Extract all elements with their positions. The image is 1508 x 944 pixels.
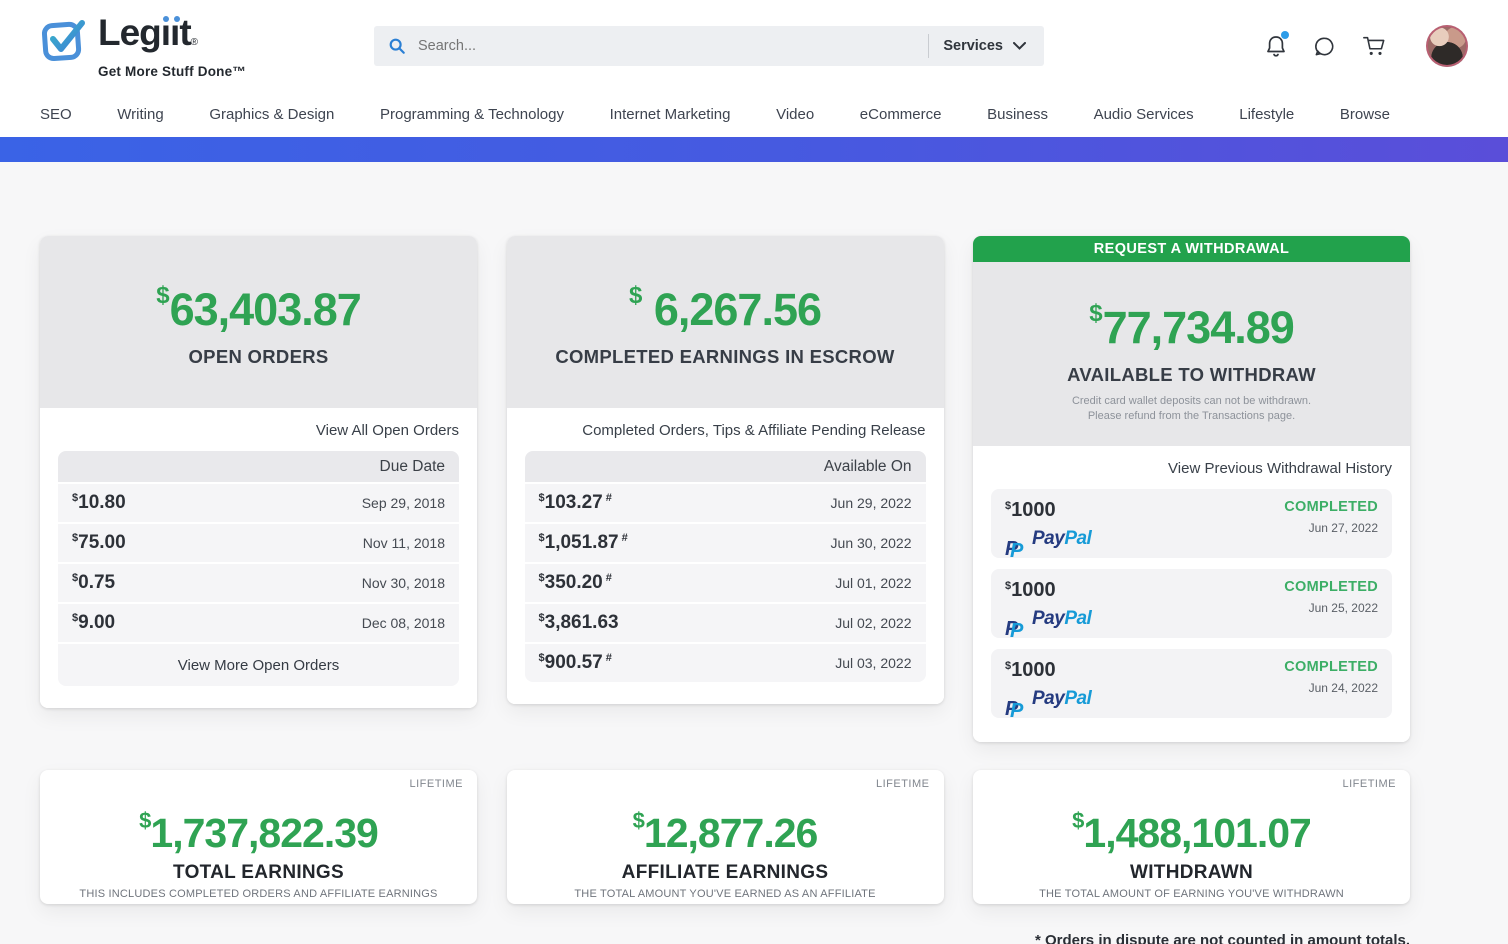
lifetime-badge: LIFETIME <box>876 778 930 790</box>
open-orders-table-header: Due Date <box>58 451 459 482</box>
chat-icon <box>1313 35 1336 58</box>
escrow-row: $350.20# Jul 01, 2022 <box>525 562 926 602</box>
lifetime-badge: LIFETIME <box>1342 778 1396 790</box>
earnings-main: $63,403.87 OPEN ORDERS View All Open Ord… <box>0 162 1450 944</box>
cart-button[interactable] <box>1362 34 1386 58</box>
withdraw-note: Credit card wallet deposits can not be w… <box>993 394 1390 424</box>
category-nav: SEO Writing Graphics & Design Programmin… <box>0 92 1508 137</box>
escrow-row: $103.27# Jun 29, 2022 <box>525 482 926 522</box>
withdrawn-card: LIFETIME $1,488,101.07 WITHDRAWN THE TOT… <box>973 770 1410 904</box>
nav-item-graphics-design[interactable]: Graphics & Design <box>209 106 334 123</box>
legiit-logo-icon <box>40 13 92 65</box>
view-more-open-orders-link[interactable]: View More Open Orders <box>178 657 339 674</box>
cart-icon <box>1362 34 1386 58</box>
lifetime-badge: LIFETIME <box>409 778 463 790</box>
withdraw-card: REQUEST A WITHDRAWAL $77,734.89 AVAILABL… <box>973 236 1410 742</box>
paypal-wordmark: PayPal <box>1032 528 1091 550</box>
available-to-withdraw-label: AVAILABLE TO WITHDRAW <box>993 364 1390 386</box>
withdrawal-date: Jun 27, 2022 <box>1284 521 1378 535</box>
recurring-order-mark: # <box>622 532 628 544</box>
withdrawal-history-link[interactable]: View Previous Withdrawal History <box>991 460 1392 477</box>
paypal-logo: PP PayPal <box>1005 688 1091 710</box>
nav-item-browse[interactable]: Browse <box>1340 106 1390 123</box>
brand-logo[interactable]: Legııt® Get More Stuff Done™ <box>40 13 246 79</box>
recurring-order-mark: # <box>606 572 612 584</box>
search-input[interactable] <box>418 38 914 54</box>
open-order-row: $9.00 Dec 08, 2018 <box>58 602 459 642</box>
paypal-wordmark: PayPal <box>1032 608 1091 630</box>
open-order-row: $10.80 Sep 29, 2018 <box>58 482 459 522</box>
nav-item-audio-services[interactable]: Audio Services <box>1094 106 1194 123</box>
brand-name: Legııt® <box>98 13 246 63</box>
escrow-row: $1,051.87# Jun 30, 2022 <box>525 522 926 562</box>
escrow-row: $900.57# Jul 03, 2022 <box>525 642 926 682</box>
withdrawal-row: $1000 PP PayPal COMPLETED Jun 27, 2022 <box>991 489 1392 558</box>
paypal-logo: PP PayPal <box>1005 608 1091 630</box>
brand-tagline: Get More Stuff Done™ <box>98 64 246 79</box>
withdrawal-date: Jun 24, 2022 <box>1284 681 1378 695</box>
escrow-table-header: Available On <box>525 451 926 482</box>
escrow-row: $3,861.63 Jul 02, 2022 <box>525 602 926 642</box>
nav-item-writing[interactable]: Writing <box>117 106 163 123</box>
nav-item-business[interactable]: Business <box>987 106 1048 123</box>
search-icon <box>388 37 406 55</box>
total-earnings-card: LIFETIME $1,737,822.39 TOTAL EARNINGS TH… <box>40 770 477 904</box>
nav-item-lifestyle[interactable]: Lifestyle <box>1239 106 1294 123</box>
total-earnings-label: TOTAL EARNINGS <box>40 862 477 884</box>
withdrawn-description: THE TOTAL AMOUNT OF EARNING YOU'VE WITHD… <box>973 888 1410 900</box>
footnotes: * Orders in dispute are not counted in a… <box>40 930 1410 944</box>
pending-release-link[interactable]: Completed Orders, Tips & Affiliate Pendi… <box>525 422 926 439</box>
notification-dot <box>1281 31 1289 39</box>
open-orders-table: Due Date $10.80 Sep 29, 2018 $75.00 Nov … <box>58 451 459 686</box>
withdrawn-amount: $1,488,101.07 <box>973 800 1410 854</box>
chevron-down-icon <box>1013 42 1026 50</box>
request-withdrawal-button[interactable]: REQUEST A WITHDRAWAL <box>973 236 1410 262</box>
withdrawal-date: Jun 25, 2022 <box>1284 601 1378 615</box>
legiit-earnings-dashboard: Legııt® Get More Stuff Done™ Services <box>0 0 1508 944</box>
top-header: Legııt® Get More Stuff Done™ Services <box>0 0 1508 92</box>
withdrawal-status-badge: COMPLETED <box>1284 499 1378 515</box>
search-bar: Services <box>374 26 1044 66</box>
nav-item-internet-marketing[interactable]: Internet Marketing <box>610 106 731 123</box>
withdrawal-status-badge: COMPLETED <box>1284 659 1378 675</box>
total-earnings-description: THIS INCLUDES COMPLETED ORDERS AND AFFIL… <box>40 888 477 900</box>
escrow-amount: $ 6,267.56 <box>527 272 924 334</box>
paypal-wordmark: PayPal <box>1032 688 1091 710</box>
open-orders-label: OPEN ORDERS <box>60 346 457 368</box>
recurring-order-mark: # <box>606 652 612 664</box>
paypal-logo: PP PayPal <box>1005 528 1091 550</box>
dispute-footnote: * Orders in dispute are not counted in a… <box>40 930 1410 944</box>
open-order-row: $0.75 Nov 30, 2018 <box>58 562 459 602</box>
nav-item-video[interactable]: Video <box>776 106 814 123</box>
accent-gradient-bar <box>0 137 1508 162</box>
nav-item-programming-technology[interactable]: Programming & Technology <box>380 106 564 123</box>
affiliate-earnings-card: LIFETIME $12,877.26 AFFILIATE EARNINGS T… <box>507 770 944 904</box>
total-earnings-amount: $1,737,822.39 <box>40 800 477 854</box>
open-order-row: $75.00 Nov 11, 2018 <box>58 522 459 562</box>
services-dropdown[interactable]: Services <box>943 38 1030 54</box>
available-to-withdraw-amount: $77,734.89 <box>993 290 1390 352</box>
withdrawn-label: WITHDRAWN <box>973 862 1410 884</box>
open-orders-amount: $63,403.87 <box>60 272 457 334</box>
messages-button[interactable] <box>1313 35 1336 58</box>
open-orders-card: $63,403.87 OPEN ORDERS View All Open Ord… <box>40 236 477 708</box>
services-dropdown-label: Services <box>943 38 1003 54</box>
withdrawal-status-badge: COMPLETED <box>1284 579 1378 595</box>
withdrawal-row: $1000 PP PayPal COMPLETED Jun 24, 2022 <box>991 649 1392 718</box>
escrow-table: Available On $103.27# Jun 29, 2022 $1,05… <box>525 451 926 682</box>
affiliate-earnings-amount: $12,877.26 <box>507 800 944 854</box>
nav-item-ecommerce[interactable]: eCommerce <box>860 106 942 123</box>
user-avatar[interactable] <box>1426 25 1468 67</box>
escrow-label: COMPLETED EARNINGS IN ESCROW <box>527 346 924 368</box>
notifications-button[interactable] <box>1265 34 1287 58</box>
view-all-open-orders-link[interactable]: View All Open Orders <box>58 422 459 439</box>
search-divider <box>928 34 929 58</box>
affiliate-earnings-description: THE TOTAL AMOUNT YOU'VE EARNED AS AN AFF… <box>507 888 944 900</box>
affiliate-earnings-label: AFFILIATE EARNINGS <box>507 862 944 884</box>
withdrawal-row: $1000 PP PayPal COMPLETED Jun 25, 2022 <box>991 569 1392 638</box>
recurring-order-mark: # <box>606 492 612 504</box>
nav-item-seo[interactable]: SEO <box>40 106 72 123</box>
escrow-earnings-card: $ 6,267.56 COMPLETED EARNINGS IN ESCROW … <box>507 236 944 704</box>
